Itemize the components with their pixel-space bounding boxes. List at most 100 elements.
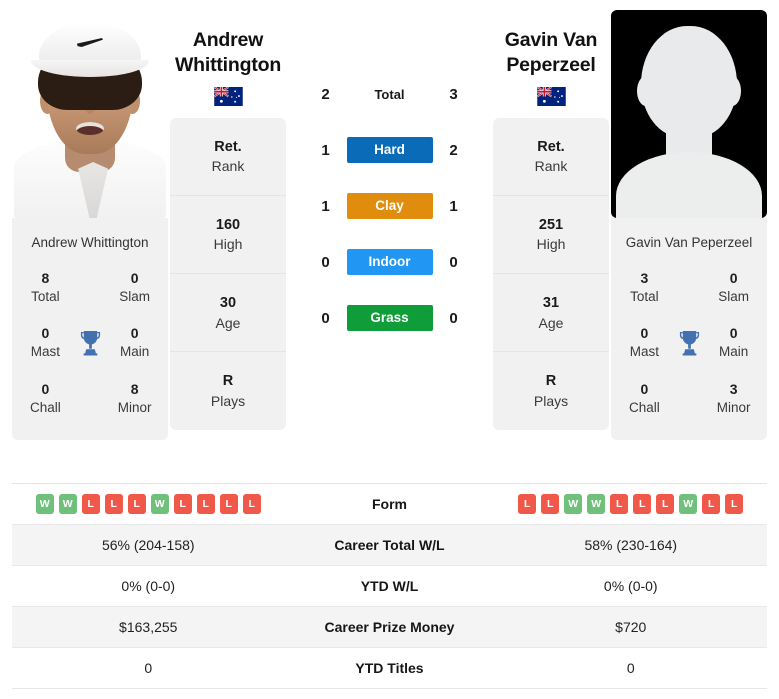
h2h-row-indoor: 0 Indoor 0 bbox=[288, 234, 491, 290]
titles-row-mast-main: 0 Mast 0 Main bbox=[615, 315, 763, 370]
titles-main: 0 Main bbox=[718, 325, 749, 360]
form-badge-l[interactable]: L bbox=[196, 494, 215, 514]
form-badge-l[interactable]: L bbox=[656, 494, 675, 514]
right-player-photo[interactable] bbox=[611, 10, 767, 218]
table-row-career-total-wl: 56% (204-158) Career Total W/L 58% (230-… bbox=[12, 525, 767, 566]
titles-row-chall-minor: 0 Chall 3 Minor bbox=[615, 371, 763, 426]
form-badge-w[interactable]: W bbox=[58, 494, 77, 514]
form-badge-w[interactable]: W bbox=[35, 494, 54, 514]
head-to-head-column: 2 Total 3 1 Hard 2 1 Clay 1 0 Indoor 0 0… bbox=[288, 10, 491, 346]
row-label-career-total-wl: Career Total W/L bbox=[334, 537, 445, 553]
titles-slam: 0 Slam bbox=[119, 270, 150, 304]
titles-chall: 0 Chall bbox=[30, 380, 61, 415]
form-badge-l[interactable]: L bbox=[610, 494, 629, 514]
rank-cell: Ret. Rank bbox=[170, 118, 286, 197]
form-badge-l[interactable]: L bbox=[104, 494, 123, 514]
left-player-photo-column: Andrew Whittington 8 Total 0 Slam 0 Mast bbox=[12, 10, 168, 441]
h2h-total-label-wrap: Total bbox=[347, 87, 433, 102]
left-ytd-titles: 0 bbox=[144, 660, 153, 676]
form-badge-l[interactable]: L bbox=[702, 494, 721, 514]
trophy-icon-wrap bbox=[75, 329, 105, 356]
left-player-photo[interactable] bbox=[12, 10, 168, 218]
form-badge-l[interactable]: L bbox=[81, 494, 100, 514]
left-player-titles-card: Andrew Whittington 8 Total 0 Slam 0 Mast bbox=[12, 218, 168, 441]
left-player-caption: Andrew Whittington bbox=[16, 224, 164, 260]
player-portrait-illustration bbox=[12, 10, 168, 218]
h2h-total-right-score: 3 bbox=[449, 85, 458, 103]
table-row-career-prize-money: $163,255 Career Prize Money $720 bbox=[12, 607, 767, 648]
h2h-total-label: Total bbox=[374, 86, 405, 102]
form-badge-l[interactable]: L bbox=[127, 494, 146, 514]
comparison-stats-table: WWLLLWLLLL Form LLWWLLLWLL 56% (204-158)… bbox=[12, 483, 767, 689]
titles-minor: 3 Minor bbox=[716, 380, 751, 415]
titles-row-chall-minor: 0 Chall 8 Minor bbox=[16, 371, 164, 426]
form-badge-l[interactable]: L bbox=[725, 494, 744, 514]
right-ytd-titles: 0 bbox=[626, 660, 635, 676]
titles-chall: 0 Chall bbox=[629, 380, 660, 415]
table-row-ytd-wl: 0% (0-0) YTD W/L 0% (0-0) bbox=[12, 566, 767, 607]
form-badge-w[interactable]: W bbox=[564, 494, 583, 514]
left-form-strip: WWLLLWLLLL bbox=[12, 494, 285, 514]
table-row-form: WWLLLWLLLL Form LLWWLLLWLL bbox=[12, 484, 767, 525]
titles-slam: 0 Slam bbox=[718, 270, 749, 304]
titles-main: 0 Main bbox=[119, 325, 150, 360]
right-form-strip: LLWWLLLWLL bbox=[495, 494, 768, 514]
h2h-hard-right-score: 2 bbox=[449, 141, 458, 159]
titles-total: 3 Total bbox=[630, 270, 659, 304]
h2h-total-left-score: 2 bbox=[321, 85, 330, 103]
titles-row-total-slam: 3 Total 0 Slam bbox=[615, 260, 763, 315]
h2h-clay-left-score: 1 bbox=[321, 197, 330, 215]
trophy-icon bbox=[679, 331, 699, 356]
form-badge-w[interactable]: W bbox=[587, 494, 606, 514]
age-cell: 30 Age bbox=[170, 274, 286, 353]
titles-mast: 0 Mast bbox=[30, 325, 61, 360]
form-badge-l[interactable]: L bbox=[633, 494, 652, 514]
surface-badge-grass[interactable]: Grass bbox=[346, 305, 433, 331]
right-ytd-wl: 0% (0-0) bbox=[603, 578, 658, 594]
table-row-ytd-titles: 0 YTD Titles 0 bbox=[12, 648, 767, 689]
left-player-info-column: Andrew Whittington Ret. Rank 160 High 30… bbox=[168, 10, 288, 430]
flag-australia-icon bbox=[536, 86, 566, 106]
titles-row-mast-main: 0 Mast 0 Main bbox=[16, 315, 164, 370]
trophy-icon bbox=[80, 331, 100, 356]
form-badge-w[interactable]: W bbox=[150, 494, 169, 514]
titles-minor: 8 Minor bbox=[117, 380, 152, 415]
left-career-prize-money: $163,255 bbox=[119, 619, 178, 635]
form-badge-l[interactable]: L bbox=[518, 494, 537, 514]
h2h-grass-left-score: 0 bbox=[321, 309, 330, 327]
form-badge-l[interactable]: L bbox=[173, 494, 192, 514]
titles-mast: 0 Mast bbox=[629, 325, 660, 360]
form-badge-l[interactable]: L bbox=[242, 494, 261, 514]
form-badge-l[interactable]: L bbox=[219, 494, 238, 514]
high-rank-cell: 160 High bbox=[170, 196, 286, 275]
h2h-hard-left-score: 1 bbox=[321, 141, 330, 159]
right-player-rank-card: Ret. Rank 251 High 31 Age R Plays bbox=[493, 117, 609, 430]
h2h-row-clay: 1 Clay 1 bbox=[288, 178, 491, 234]
placeholder-silhouette-icon bbox=[611, 10, 767, 218]
age-cell: 31 Age bbox=[493, 274, 609, 353]
right-player-info-column: Gavin Van Peperzeel Ret. Rank 251 High 3… bbox=[491, 10, 611, 430]
surface-badge-clay[interactable]: Clay bbox=[346, 193, 433, 219]
form-badge-l[interactable]: L bbox=[541, 494, 560, 514]
form-badge-w[interactable]: W bbox=[679, 494, 698, 514]
player-comparison-header: Andrew Whittington 8 Total 0 Slam 0 Mast bbox=[0, 0, 779, 475]
h2h-row-grass: 0 Grass 0 bbox=[288, 290, 491, 346]
surface-badge-hard[interactable]: Hard bbox=[346, 137, 433, 163]
flag-australia-icon bbox=[213, 86, 243, 106]
h2h-grass-right-score: 0 bbox=[449, 309, 458, 327]
titles-total: 8 Total bbox=[31, 270, 60, 304]
right-player-name[interactable]: Gavin Van Peperzeel bbox=[505, 28, 598, 78]
left-player-name[interactable]: Andrew Whittington bbox=[175, 28, 281, 78]
right-player-photo-column: Gavin Van Peperzeel 3 Total 0 Slam 0 Mas… bbox=[611, 10, 767, 441]
surface-badge-indoor[interactable]: Indoor bbox=[346, 249, 433, 275]
plays-cell: R Plays bbox=[210, 373, 246, 409]
right-player-titles-card: Gavin Van Peperzeel 3 Total 0 Slam 0 Mas… bbox=[611, 218, 767, 441]
right-career-prize-money: $720 bbox=[615, 619, 647, 635]
row-label-form: Form bbox=[372, 496, 407, 512]
h2h-clay-right-score: 1 bbox=[449, 197, 458, 215]
row-label-ytd-wl: YTD W/L bbox=[360, 578, 419, 594]
h2h-row-total: 2 Total 3 bbox=[288, 66, 491, 122]
left-player-rank-card: Ret. Rank 160 High 30 Age R Plays bbox=[170, 117, 286, 430]
left-career-total-wl: 56% (204-158) bbox=[101, 537, 195, 553]
row-label-ytd-titles: YTD Titles bbox=[355, 660, 424, 676]
